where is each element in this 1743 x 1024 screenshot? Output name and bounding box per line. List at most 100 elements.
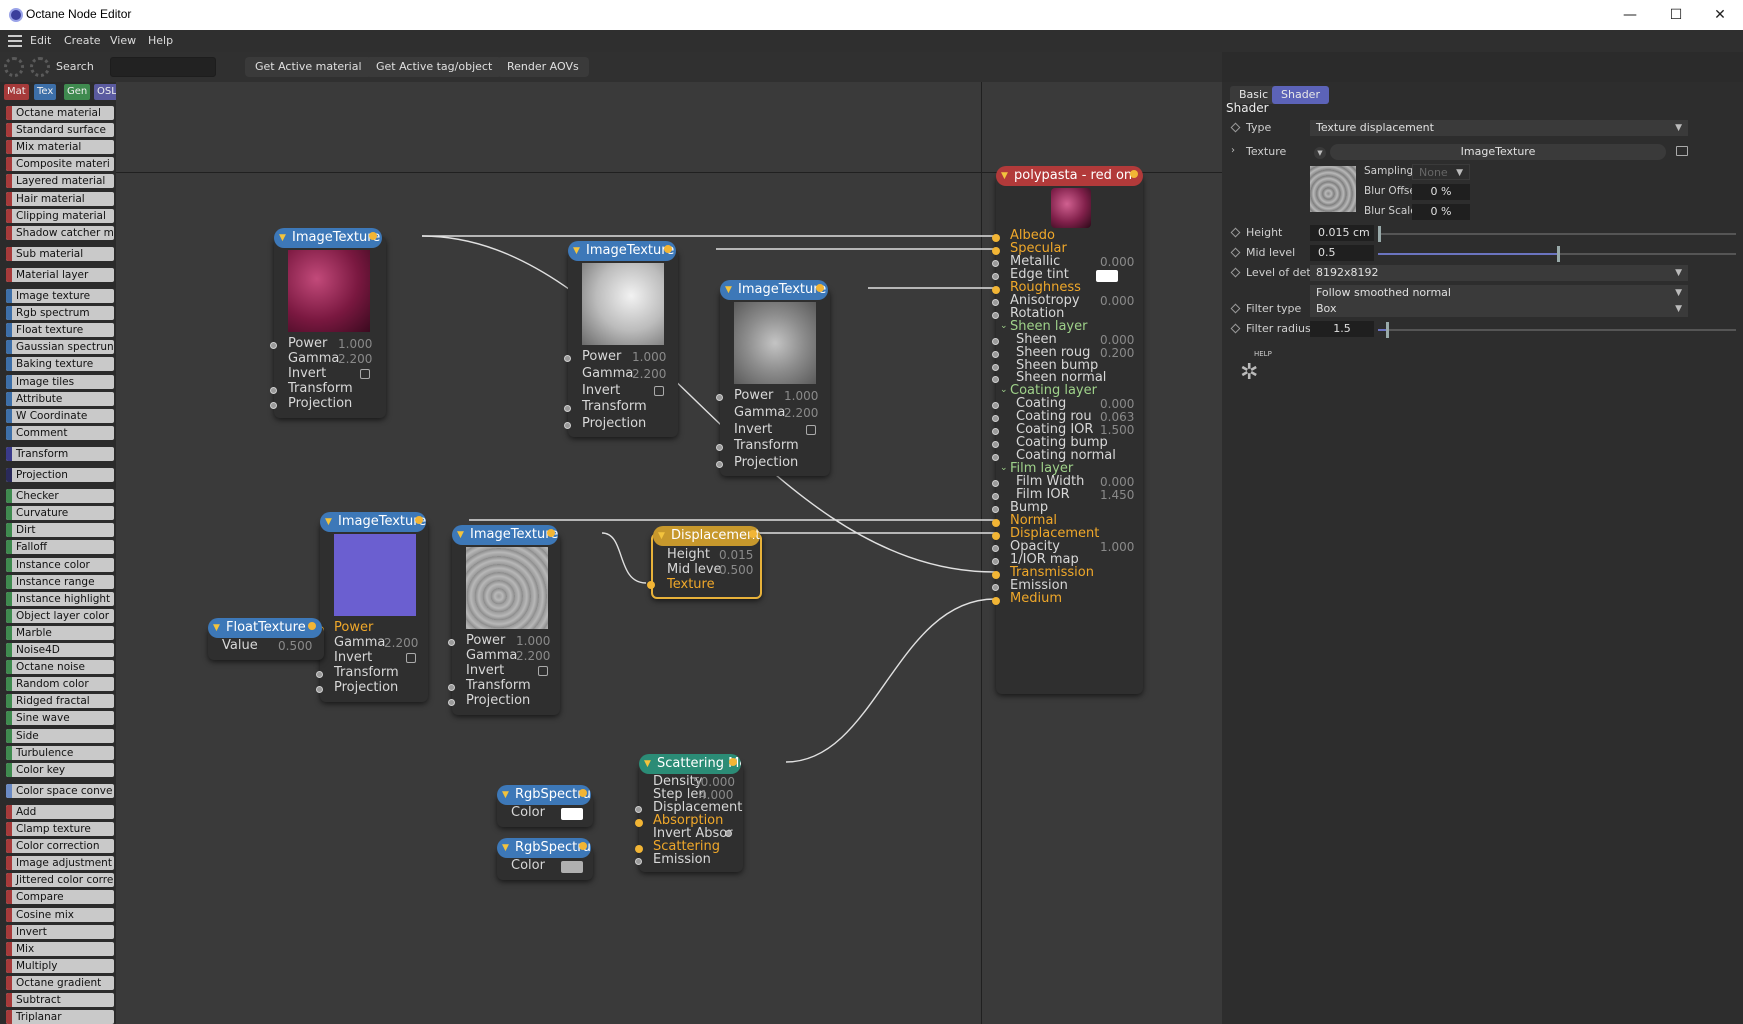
chevron-down-icon[interactable]: ⌄ xyxy=(1000,385,1008,395)
node-list-item[interactable]: Layered material xyxy=(6,174,114,189)
node-list-item[interactable]: Color key xyxy=(6,762,114,777)
gamma-value[interactable]: 2.200 xyxy=(384,636,418,650)
pin-value[interactable]: 1.450 xyxy=(1100,488,1134,502)
keyframe-icon[interactable] xyxy=(1230,122,1241,133)
node-list-item[interactable]: Triplanar xyxy=(6,1010,114,1024)
input-pin[interactable] xyxy=(992,402,999,410)
input-pin[interactable] xyxy=(992,480,999,488)
node-list-item[interactable]: Shadow catcher m xyxy=(6,225,114,240)
node-list-item[interactable]: Image adjustment xyxy=(6,856,114,871)
output-pin[interactable] xyxy=(816,284,824,292)
invert-checkbox[interactable] xyxy=(806,425,816,435)
node-list-item[interactable]: Color correction xyxy=(6,839,114,854)
node-list-item[interactable]: Octane noise xyxy=(6,660,114,675)
node-list-item[interactable]: Cosine mix xyxy=(6,907,114,922)
node-list-item[interactable]: Mix material xyxy=(6,140,114,155)
node-list-item[interactable]: Invert xyxy=(6,924,114,939)
blur-offset-field[interactable]: 0 % xyxy=(1412,184,1470,200)
node-displacement[interactable]: Displacement Height 0.015 Mid leve 0.500… xyxy=(647,526,762,599)
slider-knob[interactable] xyxy=(1557,246,1560,262)
node-header[interactable]: FloatTexture xyxy=(208,618,322,638)
node-list-item[interactable]: Comment xyxy=(6,425,114,440)
node-list-item[interactable]: Transform xyxy=(6,446,114,461)
get-active-tag-button[interactable]: Get Active tag/object xyxy=(366,57,503,77)
maximize-button[interactable]: ☐ xyxy=(1653,0,1699,30)
gamma-value[interactable]: 2.200 xyxy=(632,367,666,381)
settings-gear-2-icon[interactable] xyxy=(30,57,50,77)
chevron-right-icon[interactable]: › xyxy=(1231,145,1235,156)
output-pin[interactable] xyxy=(308,622,316,630)
input-pin[interactable] xyxy=(992,557,999,565)
input-pin[interactable] xyxy=(992,583,999,591)
node-image-texture-2[interactable]: ImageTexture Power 1.000 Gamma 2.200 Inv… xyxy=(564,241,678,437)
transform-pin[interactable] xyxy=(716,444,723,451)
node-list-item[interactable]: Multiply xyxy=(6,958,114,973)
category-tab-tex[interactable]: Tex xyxy=(34,84,57,100)
input-pin[interactable] xyxy=(992,311,999,319)
type-dropdown[interactable]: Texture displacement ▼ xyxy=(1310,120,1688,136)
node-list-item[interactable]: Material layer xyxy=(6,267,114,282)
projection-pin[interactable] xyxy=(564,422,571,429)
node-image-texture-5[interactable]: ImageTexture Power 1.000 Gamma 2.200 Inv… xyxy=(448,525,560,715)
node-list-item[interactable]: Side xyxy=(6,728,114,743)
node-list-item[interactable]: Jittered color corre xyxy=(6,873,114,888)
height-slider[interactable] xyxy=(1378,226,1736,242)
node-float-texture[interactable]: FloatTexture Value 0.500 xyxy=(208,618,324,660)
lod-dropdown[interactable]: 8192x8192 ▼ xyxy=(1310,265,1688,281)
node-header[interactable]: RgbSpectrur xyxy=(497,838,591,858)
chevron-down-icon[interactable]: ⌄ xyxy=(1000,321,1008,331)
node-list-item[interactable]: Ridged fractal xyxy=(6,694,114,709)
node-list-item[interactable]: Attribute xyxy=(6,391,114,406)
slider-knob[interactable] xyxy=(1386,322,1389,338)
node-scattering-medium[interactable]: Scattering Me Density 50.000 Step len 4.… xyxy=(635,754,743,872)
node-list-item[interactable]: Instance range xyxy=(6,574,114,589)
output-pin[interactable] xyxy=(415,516,423,524)
mid-level-field[interactable]: 0.5 xyxy=(1310,245,1374,261)
minimize-button[interactable]: — xyxy=(1607,0,1653,30)
transform-pin[interactable] xyxy=(316,671,323,678)
pin-value[interactable]: 0.000 xyxy=(1100,255,1134,269)
output-pin[interactable] xyxy=(1130,170,1138,178)
keyframe-icon[interactable] xyxy=(1230,323,1241,334)
node-list-item[interactable]: Hair material xyxy=(6,191,114,206)
pin-value[interactable]: 0.200 xyxy=(1100,346,1134,360)
power-pin[interactable] xyxy=(270,342,277,349)
input-pin[interactable] xyxy=(992,544,999,552)
sampling-dropdown[interactable]: None ▼ xyxy=(1412,164,1470,180)
invert-checkbox[interactable] xyxy=(654,386,664,396)
pin-value[interactable]: 0.000 xyxy=(1100,475,1134,489)
menu-edit[interactable]: Edit xyxy=(30,34,51,47)
chevron-down-icon[interactable]: ⌄ xyxy=(1000,463,1008,473)
filter-radius-field[interactable]: 1.5 xyxy=(1310,321,1374,337)
scattering-pin[interactable] xyxy=(635,845,643,853)
node-header[interactable]: ImageTexture xyxy=(320,512,426,532)
node-rgb-spectrum-2[interactable]: RgbSpectrur Color xyxy=(497,838,593,880)
node-list-item[interactable]: Instance color xyxy=(6,557,114,572)
transform-pin[interactable] xyxy=(448,684,455,691)
output-pin[interactable] xyxy=(664,245,672,253)
input-pin[interactable] xyxy=(992,350,999,358)
input-pin[interactable] xyxy=(992,234,1000,242)
node-list-item[interactable]: Noise4D xyxy=(6,643,114,657)
input-pin[interactable] xyxy=(992,441,999,449)
node-list-item[interactable]: Subtract xyxy=(6,993,114,1007)
node-list-item[interactable]: Instance highlight xyxy=(6,591,114,606)
input-pin[interactable] xyxy=(992,272,999,280)
node-list-item[interactable]: Curvature xyxy=(6,506,114,521)
absorption-pin[interactable] xyxy=(635,819,643,827)
power-pin[interactable] xyxy=(448,639,455,646)
node-list-item[interactable]: Baking texture xyxy=(6,357,114,372)
projection-pin[interactable] xyxy=(270,402,277,409)
gamma-value[interactable]: 2.200 xyxy=(516,649,550,663)
projection-pin[interactable] xyxy=(716,461,723,468)
input-pin[interactable] xyxy=(992,415,999,423)
output-pin[interactable] xyxy=(729,758,737,766)
node-header[interactable]: ImageTexture xyxy=(452,525,558,545)
node-list-item[interactable]: Compare xyxy=(6,890,114,905)
gamma-value[interactable]: 2.200 xyxy=(784,406,818,420)
output-pin[interactable] xyxy=(369,232,377,240)
input-pin[interactable] xyxy=(992,493,999,500)
node-list-item[interactable]: Sine wave xyxy=(6,711,114,726)
node-list-item[interactable]: Falloff xyxy=(6,540,114,555)
node-list-item[interactable]: Turbulence xyxy=(6,745,114,760)
